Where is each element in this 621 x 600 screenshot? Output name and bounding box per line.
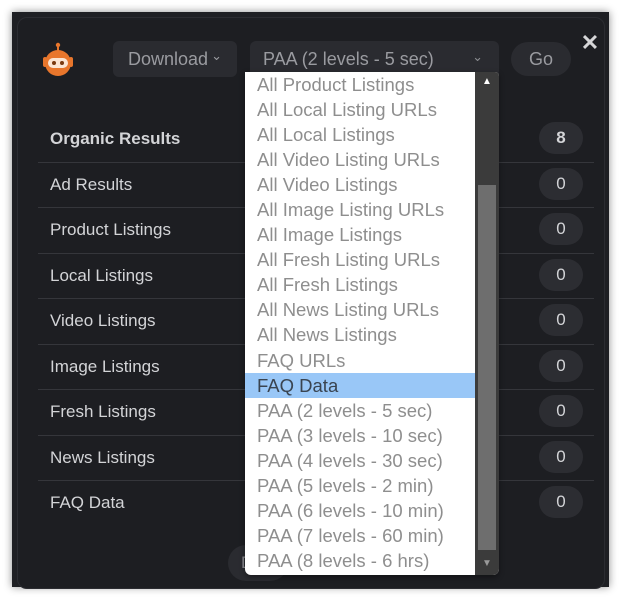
result-label: Ad Results — [50, 174, 133, 194]
result-count-badge: 0 — [539, 213, 583, 245]
result-label: Fresh Listings — [50, 402, 156, 421]
robot-logo-icon — [43, 42, 73, 76]
result-count-badge: 0 — [539, 304, 583, 336]
result-count-badge: 0 — [539, 440, 583, 473]
dropdown-option[interactable]: PAA (5 levels - 2 min) — [245, 473, 475, 498]
dropdown-option[interactable]: PAA (6 levels - 10 min) — [245, 498, 475, 523]
result-count-badge: 0 — [539, 349, 583, 382]
dropdown-option[interactable]: All Local Listings — [245, 122, 475, 147]
dropdown-option[interactable]: PAA (8 levels - 6 hrs) — [245, 548, 475, 573]
chevron-down-icon: ⌄ — [472, 49, 483, 64]
result-label: News Listings — [50, 447, 155, 467]
dropdown-option[interactable]: All Fresh Listings — [245, 272, 475, 297]
mode-dropdown-list[interactable]: All Product Listings All Local Listing UR… — [245, 72, 499, 575]
dropdown-option[interactable]: All Video Listings — [245, 172, 475, 197]
scroll-up-arrow-icon[interactable]: ▲ — [475, 72, 499, 92]
dropdown-option[interactable]: All Image Listings — [245, 222, 475, 247]
dropdown-option[interactable]: All News Listing URLs — [245, 297, 475, 322]
result-label: Image Listings — [50, 356, 160, 376]
dropdown-option[interactable]: All Image Listing URLs — [245, 197, 475, 222]
scroll-thumb[interactable] — [478, 185, 496, 550]
result-count-badge: 0 — [539, 258, 583, 291]
download-label: Download — [128, 48, 209, 69]
dropdown-option[interactable]: PAA (3 levels - 10 sec) — [245, 423, 475, 448]
dropdown-options: All Product Listings All Local Listing UR… — [245, 72, 475, 573]
result-label: Local Listings — [50, 265, 154, 285]
scroll-down-arrow-icon[interactable]: ▼ — [475, 553, 499, 575]
dropdown-option[interactable]: PAA (2 levels - 5 sec) — [245, 398, 475, 423]
result-label: Product Listings — [50, 220, 171, 239]
dropdown-option[interactable]: All Fresh Listing URLs — [245, 247, 475, 272]
chevron-down-icon: ⌄ — [211, 48, 222, 63]
result-count-badge: 0 — [539, 167, 583, 200]
dropdown-scrollbar[interactable]: ▲ ▼ — [475, 72, 499, 575]
close-icon[interactable]: ✕ — [579, 32, 601, 54]
dropdown-option[interactable]: All News Listings — [245, 322, 475, 347]
result-count-badge: 0 — [539, 395, 583, 427]
result-label: FAQ Data — [50, 493, 125, 512]
dropdown-option[interactable]: All Local Listing URLs — [245, 97, 475, 122]
dropdown-option[interactable]: FAQ URLs — [245, 348, 475, 373]
go-button[interactable]: Go — [511, 42, 571, 76]
download-button[interactable]: Download ⌄ — [113, 41, 237, 77]
dropdown-option[interactable]: All Video Listing URLs — [245, 147, 475, 172]
result-count-badge: 0 — [539, 486, 583, 518]
dropdown-option[interactable]: All Product Listings — [245, 72, 475, 97]
result-label: Organic Results — [50, 129, 181, 148]
go-label: Go — [528, 48, 553, 69]
result-count-badge: 8 — [539, 122, 583, 154]
result-label: Video Listings — [50, 311, 156, 330]
dropdown-option[interactable]: FAQ Data — [245, 372, 475, 398]
mode-select-value: PAA (2 levels - 5 sec) — [263, 48, 434, 69]
dropdown-option[interactable]: PAA (4 levels - 30 sec) — [245, 448, 475, 473]
dropdown-option[interactable]: PAA (7 levels - 60 min) — [245, 523, 475, 548]
